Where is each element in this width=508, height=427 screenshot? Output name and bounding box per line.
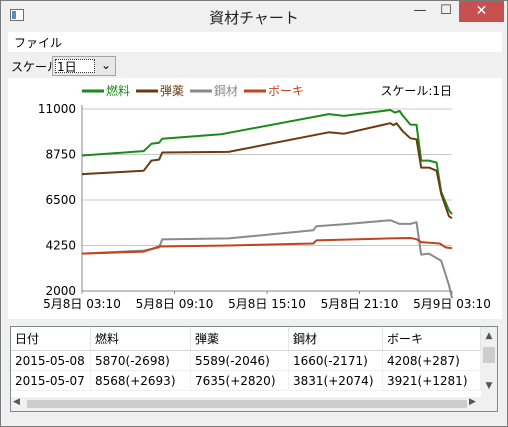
- column-header[interactable]: 鋼材: [289, 327, 383, 351]
- vertical-scroll-thumb[interactable]: [483, 347, 495, 363]
- resource-table: 日付 燃料 弾薬 鋼材 ボーキ 2015-05-08 5870(-2698) 5589(-2…: [10, 326, 498, 412]
- series-line-1: [81, 109, 453, 215]
- scale-dropdown[interactable]: 1日 ⌄: [52, 56, 116, 76]
- x-tick-label: 5月8日 15:10: [228, 297, 306, 311]
- chart-scale-annotation: スケール:1日: [380, 84, 452, 98]
- column-header[interactable]: ボーキ: [383, 327, 481, 351]
- close-button[interactable]: ✕: [459, 1, 504, 22]
- scrollbar-corner: [481, 397, 497, 411]
- x-tick-label: 5月8日 21:10: [321, 297, 399, 311]
- horizontal-scroll-thumb[interactable]: [27, 400, 467, 408]
- table-cell: 7635(+2820): [191, 371, 289, 391]
- table-header: 日付 燃料 弾薬 鋼材 ボーキ: [11, 327, 481, 351]
- table-cell: 4208(+287): [383, 351, 481, 371]
- table-cell: 5589(-2046): [191, 351, 289, 371]
- table-row[interactable]: 2015-05-08 5870(-2698) 5589(-2046) 1660(-21…: [11, 351, 481, 371]
- minimize-button[interactable]: —: [407, 1, 433, 22]
- table-cell: 2015-05-07: [11, 371, 91, 391]
- x-tick-label: 5月8日 03:10: [43, 297, 121, 311]
- y-tick-label: 8750: [45, 148, 76, 162]
- y-tick-label: 4250: [45, 239, 76, 253]
- horizontal-scrollbar[interactable]: ◀ ▶: [11, 397, 481, 411]
- table-cell: 8568(+2693): [91, 371, 191, 391]
- y-tick-label: 6500: [45, 193, 76, 207]
- main-window: 資材チャート — ☐ ✕ ファイル スケール 1日 ⌄ 11000 8750 650…: [0, 0, 508, 427]
- chevron-down-icon: ⌄: [100, 58, 111, 72]
- triangle-down-icon[interactable]: ▼: [481, 381, 497, 391]
- chart-svg: 11000 8750 6500 4250 20005月8日 03:10 5月8日 09:1…: [38, 83, 491, 311]
- legend-label: 弾薬: [160, 84, 184, 98]
- table-cell: 5870(-2698): [91, 351, 191, 371]
- toolbar: スケール 1日 ⌄: [8, 52, 502, 78]
- series-line-2: [81, 122, 453, 220]
- table-cell: 2015-05-08: [11, 351, 91, 371]
- column-header[interactable]: 燃料: [91, 327, 191, 351]
- legend-label: 燃料: [106, 83, 130, 98]
- triangle-right-icon[interactable]: ▶: [469, 397, 476, 407]
- y-tick-label: 11000: [38, 102, 76, 116]
- triangle-left-icon[interactable]: ◀: [13, 397, 20, 407]
- y-tick-label: 2000: [45, 284, 76, 298]
- column-header[interactable]: 弾薬: [191, 327, 289, 351]
- maximize-button[interactable]: ☐: [433, 1, 459, 22]
- scale-dropdown-value: 1日: [55, 59, 95, 74]
- vertical-scrollbar[interactable]: ▲ ▼: [481, 327, 497, 397]
- menu-bar: ファイル: [8, 32, 502, 52]
- legend-label: ボーキ: [268, 84, 304, 98]
- x-tick-label: 5月9日 03:10: [413, 297, 491, 311]
- table-row[interactable]: 2015-05-07 8568(+2693) 7635(+2820) 3831(+20…: [11, 371, 481, 391]
- resource-chart: 11000 8750 6500 4250 2000 5月8日 03:10 5月8日 09:1…: [8, 78, 502, 319]
- x-tick-label: 5月8日 09:10: [136, 297, 214, 311]
- legend-label: 鋼材: [214, 84, 238, 98]
- menu-file[interactable]: ファイル: [14, 34, 62, 51]
- table-cell: 3831(+2074): [289, 371, 383, 391]
- triangle-up-icon[interactable]: ▲: [481, 331, 497, 341]
- title-bar[interactable]: 資材チャート — ☐ ✕: [1, 1, 507, 31]
- series-line-3: [81, 219, 453, 299]
- table-cell: 3921(+1281): [383, 371, 481, 391]
- table-cell: 1660(-2171): [289, 351, 383, 371]
- column-header[interactable]: 日付: [11, 327, 91, 351]
